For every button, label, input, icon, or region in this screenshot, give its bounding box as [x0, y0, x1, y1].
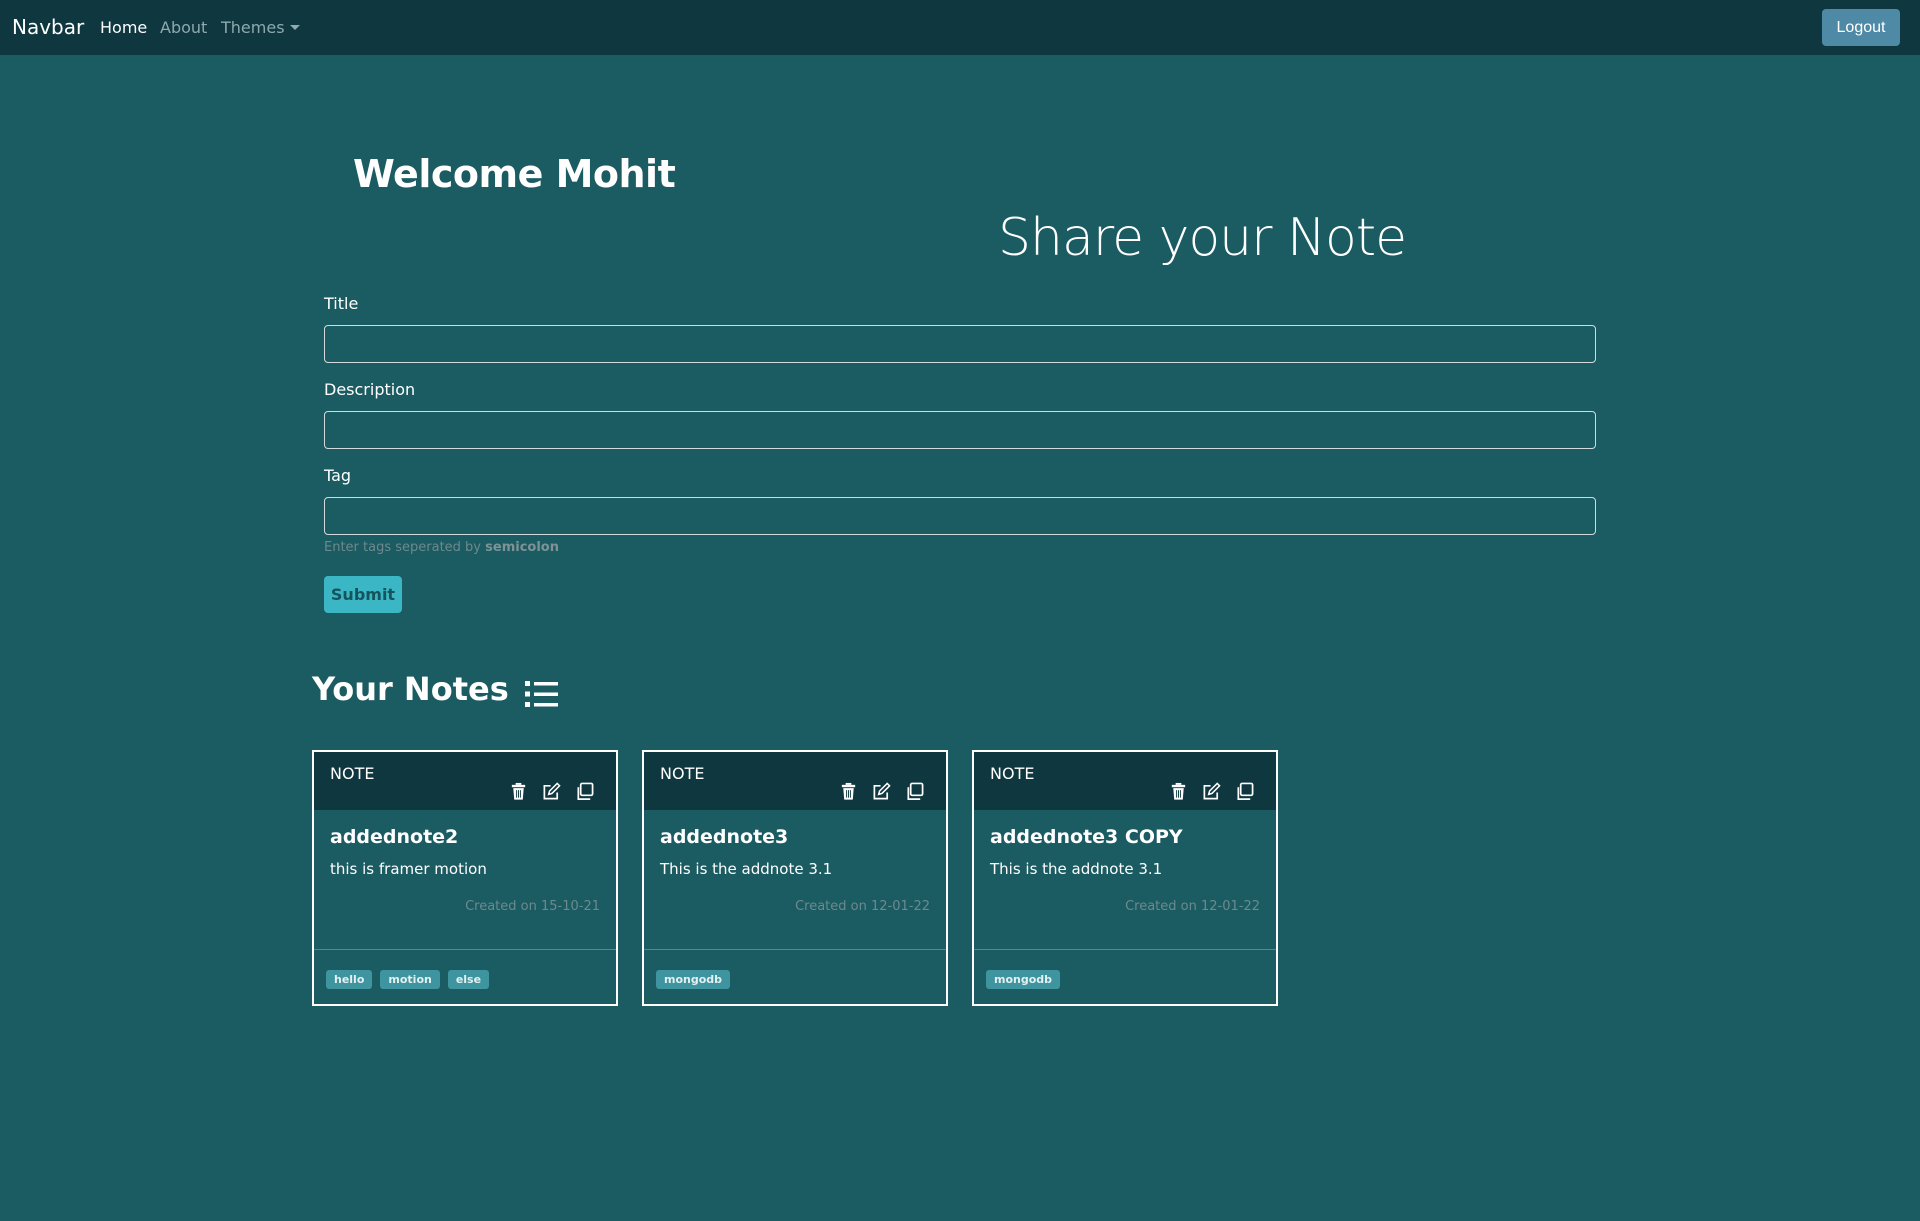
card-header: NOTE	[314, 752, 616, 810]
tag-badge[interactable]: mongodb	[656, 970, 731, 989]
note-description: This is the addnote 3.1	[660, 860, 833, 878]
copy-icon[interactable]	[1235, 782, 1254, 801]
submit-button[interactable]: Submit	[324, 576, 402, 613]
card-header-label: NOTE	[330, 764, 375, 783]
card-divider	[314, 949, 616, 950]
title-label: Title	[324, 294, 359, 313]
card-header: NOTE	[974, 752, 1276, 810]
note-tags: mongodb	[986, 970, 1061, 989]
tag-badge[interactable]: mongodb	[986, 970, 1061, 989]
your-notes-heading: Your Notes	[312, 670, 509, 708]
tag-input[interactable]	[324, 497, 1596, 535]
nav-dropdown-themes[interactable]: Themes	[221, 18, 300, 37]
copy-icon[interactable]	[905, 782, 924, 801]
themes-label: Themes	[221, 18, 285, 37]
nav-link-about[interactable]: About	[160, 18, 207, 37]
card-header: NOTE	[644, 752, 946, 810]
note-created-date: Created on 12-01-22	[1125, 899, 1260, 914]
copy-icon[interactable]	[575, 782, 594, 801]
note-tags: mongodb	[656, 970, 731, 989]
tag-label: Tag	[324, 466, 352, 485]
note-card: NOTE addednote2 this is framer motion Cr…	[312, 750, 618, 1006]
list-icon[interactable]	[525, 680, 558, 708]
help-bold: semicolon	[485, 540, 559, 555]
title-input[interactable]	[324, 325, 1596, 363]
card-header-label: NOTE	[990, 764, 1035, 783]
caret-down-icon	[289, 25, 300, 30]
tag-badge[interactable]: else	[447, 970, 490, 989]
note-created-date: Created on 15-10-21	[465, 899, 600, 914]
note-card: NOTE addednote3 COPY This is the addnote…	[972, 750, 1278, 1006]
note-title: addednote3	[660, 826, 789, 848]
edit-icon[interactable]	[542, 782, 561, 801]
nav-link-home[interactable]: Home	[100, 18, 147, 37]
trash-icon[interactable]	[1169, 782, 1188, 801]
note-description: this is framer motion	[330, 860, 487, 878]
trash-icon[interactable]	[839, 782, 858, 801]
welcome-heading: Welcome Mohit	[353, 152, 676, 196]
description-label: Description	[324, 380, 416, 399]
note-title: addednote3 COPY	[990, 826, 1183, 848]
edit-icon[interactable]	[1202, 782, 1221, 801]
tag-help-text: Enter tags seperated by semicolon	[324, 540, 559, 555]
navbar-brand[interactable]: Navbar	[12, 15, 84, 39]
note-card: NOTE addednote3 This is the addnote 3.1 …	[642, 750, 948, 1006]
help-text: Enter tags seperated by	[324, 540, 486, 555]
card-divider	[644, 949, 946, 950]
logout-button[interactable]: Logout	[1822, 9, 1900, 46]
share-note-heading: Share your Note	[998, 208, 1407, 268]
card-header-label: NOTE	[660, 764, 705, 783]
note-created-date: Created on 12-01-22	[795, 899, 930, 914]
tag-badge[interactable]: motion	[380, 970, 440, 989]
trash-icon[interactable]	[509, 782, 528, 801]
description-input[interactable]	[324, 411, 1596, 449]
edit-icon[interactable]	[872, 782, 891, 801]
tag-badge[interactable]: hello	[326, 970, 373, 989]
note-title: addednote2	[330, 826, 459, 848]
note-description: This is the addnote 3.1	[990, 860, 1163, 878]
card-divider	[974, 949, 1276, 950]
navbar: Navbar Home About Themes Logout	[0, 0, 1920, 55]
note-tags: hello motion else	[326, 970, 490, 989]
